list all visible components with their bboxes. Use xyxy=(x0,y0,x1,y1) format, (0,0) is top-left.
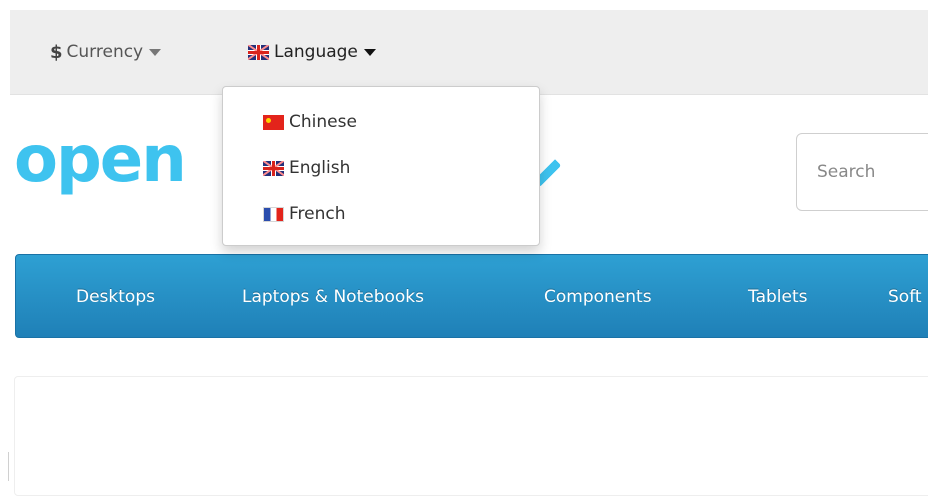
language-dropdown-menu: Chinese English French xyxy=(222,86,540,246)
menu-item-laptops-notebooks[interactable]: Laptops & Notebooks xyxy=(242,255,424,339)
caret-down-icon xyxy=(149,48,162,56)
france-flag-icon xyxy=(263,206,284,222)
menu-item-tablets[interactable]: Tablets xyxy=(748,255,807,339)
page-edge xyxy=(8,452,9,481)
language-option-french[interactable]: French xyxy=(263,199,346,229)
china-flag-icon xyxy=(263,114,284,130)
language-option-chinese[interactable]: Chinese xyxy=(263,107,357,137)
top-bar: $ Currency Language xyxy=(10,10,928,95)
content-panel xyxy=(14,376,928,496)
menu-item-software[interactable]: Soft xyxy=(888,255,922,339)
currency-dropdown-toggle[interactable]: $ Currency xyxy=(50,10,162,94)
site-logo[interactable]: open xyxy=(14,128,187,192)
currency-label: Currency xyxy=(66,42,144,62)
currency-symbol: $ xyxy=(50,41,63,63)
language-dropdown-toggle[interactable]: Language xyxy=(248,10,376,94)
search-input[interactable] xyxy=(796,133,928,211)
language-option-label: Chinese xyxy=(289,112,357,132)
caret-down-icon xyxy=(363,48,376,56)
language-option-label: French xyxy=(289,204,346,224)
main-menu: Desktops Laptops & Notebooks Components … xyxy=(15,254,928,338)
menu-item-components[interactable]: Components xyxy=(544,255,652,339)
language-option-english[interactable]: English xyxy=(263,153,350,183)
language-option-label: English xyxy=(289,158,351,178)
uk-flag-icon xyxy=(263,160,284,176)
language-label: Language xyxy=(274,42,358,62)
uk-flag-icon xyxy=(248,44,269,60)
menu-item-desktops[interactable]: Desktops xyxy=(76,255,155,339)
